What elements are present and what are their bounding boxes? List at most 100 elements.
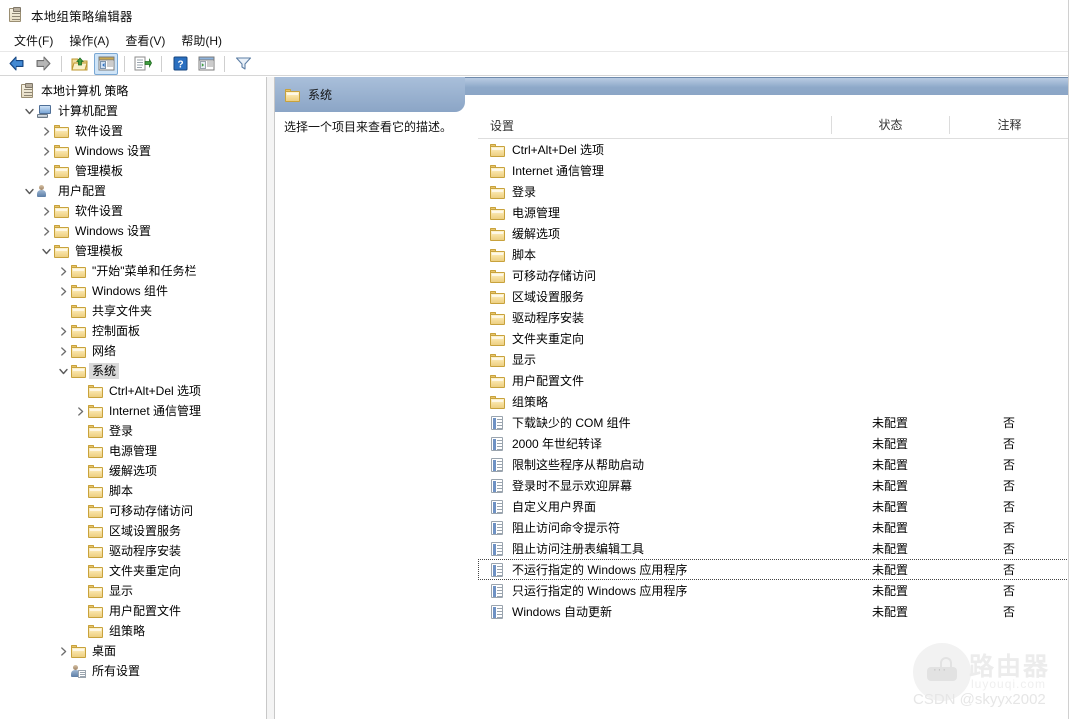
menu-file[interactable]: 文件(F) <box>6 30 61 51</box>
tree-node[interactable]: Windows 组件 <box>0 281 266 301</box>
table-row[interactable]: 用户配置文件 <box>478 370 1069 391</box>
menu-action[interactable]: 操作(A) <box>61 30 117 51</box>
tree-node-label: 缓解选项 <box>109 464 158 478</box>
menu-view[interactable]: 查看(V) <box>117 30 173 51</box>
help-icon[interactable]: ? <box>168 53 192 75</box>
chevron-right-icon[interactable] <box>55 341 71 361</box>
show-hide-console-tree-icon[interactable] <box>94 52 118 75</box>
tree-node[interactable]: 共享文件夹 <box>0 301 266 321</box>
settings-list[interactable]: Ctrl+Alt+Del 选项 Internet 通信管理 登录 电源管理 缓解选项 脚本… <box>478 139 1069 622</box>
tree-node[interactable]: 驱动程序安装 <box>0 541 266 561</box>
table-row[interactable]: 文件夹重定向 <box>478 328 1069 349</box>
window-title: 本地组策略编辑器 <box>31 9 133 24</box>
tree-node[interactable]: 管理模板 <box>0 241 266 261</box>
table-row[interactable]: 下载缺少的 COM 组件 未配置 否 <box>478 412 1069 433</box>
menu-help[interactable]: 帮助(H) <box>173 30 230 51</box>
setting-name-label: 驱动程序安装 <box>512 311 585 325</box>
tree-node-label: 本地计算机 策略 <box>41 84 129 98</box>
tree-node[interactable]: 脚本 <box>0 481 266 501</box>
pane-splitter[interactable] <box>266 77 275 719</box>
view-pane-icon[interactable] <box>194 53 218 75</box>
console-tree[interactable]: 本地计算机 策略 计算机配置 软件设置 Windows 设置 管理模板 用户配置 软件设置 W… <box>0 77 266 719</box>
tree-node[interactable]: 系统 <box>0 361 266 381</box>
chevron-right-icon[interactable] <box>38 201 54 221</box>
tree-node[interactable]: 用户配置 <box>0 181 266 201</box>
table-row[interactable]: 可移动存储访问 <box>478 265 1069 286</box>
setting-name-label: 可移动存储访问 <box>512 269 597 283</box>
table-row[interactable]: 登录 <box>478 181 1069 202</box>
tree-node[interactable]: 网络 <box>0 341 266 361</box>
tree-node[interactable]: Internet 通信管理 <box>0 401 266 421</box>
table-row[interactable]: 电源管理 <box>478 202 1069 223</box>
folder-icon <box>88 603 104 619</box>
tree-node[interactable]: 登录 <box>0 421 266 441</box>
setting-name-label: 只运行指定的 Windows 应用程序 <box>512 584 688 598</box>
tree-node[interactable]: 管理模板 <box>0 161 266 181</box>
chevron-right-icon[interactable] <box>55 321 71 341</box>
chevron-right-icon[interactable] <box>55 281 71 301</box>
table-row[interactable]: 组策略 <box>478 391 1069 412</box>
table-row[interactable]: 登录时不显示欢迎屏幕 未配置 否 <box>478 475 1069 496</box>
folder-icon <box>54 123 70 139</box>
tree-node[interactable]: 桌面 <box>0 641 266 661</box>
column-header-comment[interactable]: 注释 <box>949 116 1069 134</box>
setting-name-label: 阻止访问命令提示符 <box>512 521 621 535</box>
tree-node[interactable]: Windows 设置 <box>0 141 266 161</box>
table-row[interactable]: Ctrl+Alt+Del 选项 <box>478 139 1069 160</box>
table-row[interactable]: 阻止访问注册表编辑工具 未配置 否 <box>478 538 1069 559</box>
tree-node[interactable]: 控制面板 <box>0 321 266 341</box>
setting-name-label: 文件夹重定向 <box>512 332 585 346</box>
tree-node[interactable]: 可移动存储访问 <box>0 501 266 521</box>
chevron-right-icon[interactable] <box>72 401 88 421</box>
up-one-level-icon[interactable] <box>68 53 92 75</box>
cell-setting-name: 2000 年世纪转译 <box>478 435 831 452</box>
table-row[interactable]: 脚本 <box>478 244 1069 265</box>
tree-node[interactable]: 用户配置文件 <box>0 601 266 621</box>
chevron-down-icon[interactable] <box>38 241 54 261</box>
chevron-right-icon[interactable] <box>38 221 54 241</box>
chevron-right-icon[interactable] <box>38 161 54 181</box>
chevron-right-icon[interactable] <box>38 141 54 161</box>
tree-node[interactable]: 区域设置服务 <box>0 521 266 541</box>
tree-node[interactable]: 缓解选项 <box>0 461 266 481</box>
table-row[interactable]: 自定义用户界面 未配置 否 <box>478 496 1069 517</box>
table-row[interactable]: 阻止访问命令提示符 未配置 否 <box>478 517 1069 538</box>
chevron-down-icon[interactable] <box>21 101 37 121</box>
tree-node[interactable]: 软件设置 <box>0 121 266 141</box>
table-row[interactable]: 限制这些程序从帮助启动 未配置 否 <box>478 454 1069 475</box>
table-row[interactable]: Internet 通信管理 <box>478 160 1069 181</box>
chevron-right-icon[interactable] <box>55 641 71 661</box>
export-list-icon[interactable] <box>131 53 155 75</box>
tree-node[interactable]: 文件夹重定向 <box>0 561 266 581</box>
filter-icon[interactable] <box>231 53 255 75</box>
tree-node-label: 系统 <box>89 363 120 379</box>
chevron-down-icon[interactable] <box>55 361 71 381</box>
tree-node[interactable]: 计算机配置 <box>0 101 266 121</box>
tree-node[interactable]: "开始"菜单和任务栏 <box>0 261 266 281</box>
tree-node[interactable]: 显示 <box>0 581 266 601</box>
tree-node[interactable]: 所有设置 <box>0 661 266 681</box>
table-row[interactable]: 区域设置服务 <box>478 286 1069 307</box>
tree-node[interactable]: 软件设置 <box>0 201 266 221</box>
settings-list-pane[interactable]: 设置 状态 注释 Ctrl+Alt+Del 选项 Internet 通信管理 登录电… <box>478 112 1069 719</box>
tree-node[interactable]: Windows 设置 <box>0 221 266 241</box>
forward-icon[interactable] <box>31 53 55 75</box>
table-row[interactable]: 2000 年世纪转译 未配置 否 <box>478 433 1069 454</box>
tree-node[interactable]: 本地计算机 策略 <box>0 81 266 101</box>
table-row[interactable]: 只运行指定的 Windows 应用程序 未配置 否 <box>478 580 1069 601</box>
table-row[interactable]: 显示 <box>478 349 1069 370</box>
table-row[interactable]: Windows 自动更新 未配置 否 <box>478 601 1069 622</box>
table-row[interactable]: 不运行指定的 Windows 应用程序 未配置 否 <box>478 559 1069 580</box>
back-icon[interactable] <box>5 53 29 75</box>
chevron-right-icon[interactable] <box>55 261 71 281</box>
table-row[interactable]: 驱动程序安装 <box>478 307 1069 328</box>
chevron-right-icon[interactable] <box>38 121 54 141</box>
column-header-state[interactable]: 状态 <box>831 116 949 134</box>
column-header-setting[interactable]: 设置 <box>478 117 831 134</box>
tree-node[interactable]: 组策略 <box>0 621 266 641</box>
tree-node[interactable]: 电源管理 <box>0 441 266 461</box>
tree-node[interactable]: Ctrl+Alt+Del 选项 <box>0 381 266 401</box>
table-row[interactable]: 缓解选项 <box>478 223 1069 244</box>
chevron-down-icon[interactable] <box>21 181 37 201</box>
folder-icon <box>490 352 506 368</box>
